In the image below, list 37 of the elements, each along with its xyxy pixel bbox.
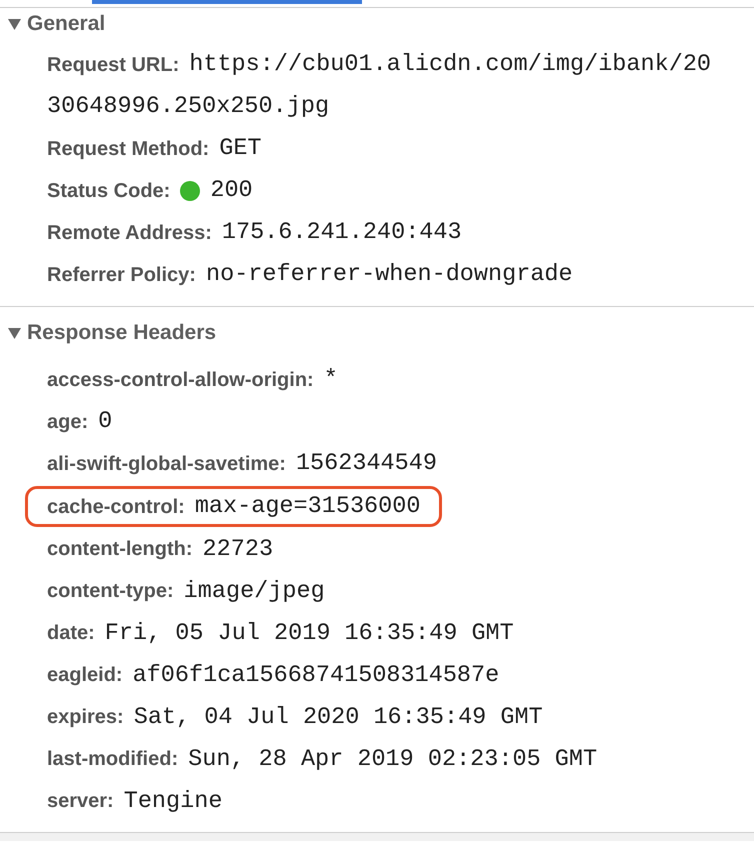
header-name: cache-control:: [47, 494, 185, 520]
header-value: Sat, 04 Jul 2020 16:35:49 GMT: [134, 702, 543, 733]
header-name: Status Code:: [47, 179, 170, 204]
collapse-triangle-icon[interactable]: [8, 328, 21, 338]
header-value: 200: [210, 176, 253, 206]
header-name: age:: [47, 410, 88, 435]
header-name: content-type:: [47, 579, 174, 604]
header-name: Request Method:: [47, 137, 210, 162]
header-name: access-control-allow-origin:: [47, 368, 314, 393]
header-value: *: [324, 365, 338, 396]
header-value: 1562344549: [296, 449, 437, 480]
header-value: image/jpeg: [184, 576, 325, 607]
header-value: max-age=31536000: [194, 492, 420, 522]
header-value: 175.6.241.240:443: [222, 218, 462, 248]
header-name: content-length:: [47, 537, 193, 562]
header-name: Request URL:: [47, 53, 180, 78]
section-title[interactable]: General: [27, 8, 106, 40]
header-name: Remote Address:: [47, 221, 212, 246]
header-name: expires:: [47, 705, 124, 730]
header-value: 22723: [202, 534, 274, 565]
header-value: Tengine: [124, 786, 222, 817]
header-value: no-referrer-when-downgrade: [206, 260, 573, 290]
header-name: server:: [47, 789, 114, 814]
header-value: Sun, 28 Apr 2019 02:23:05 GMT: [188, 744, 598, 775]
header-value: 0: [98, 407, 112, 438]
header-name: eagleid:: [47, 663, 123, 688]
header-value: https://cbu01.alicdn.com/img/ibank/20: [189, 50, 712, 80]
header-name: date:: [47, 621, 95, 646]
header-value: GET: [219, 134, 262, 164]
header-value: Fri, 05 Jul 2019 16:35:49 GMT: [104, 618, 514, 649]
header-name: Referrer Policy:: [47, 263, 196, 288]
header-name: last-modified:: [47, 747, 178, 772]
section-title[interactable]: Response Headers: [27, 317, 216, 349]
header-name: ali-swift-global-savetime:: [47, 452, 286, 477]
header-value: 30648996.250x250.jpg: [47, 92, 330, 122]
header-value: af06f1ca15668741508314587e: [132, 660, 500, 691]
collapse-triangle-icon[interactable]: [8, 18, 21, 30]
